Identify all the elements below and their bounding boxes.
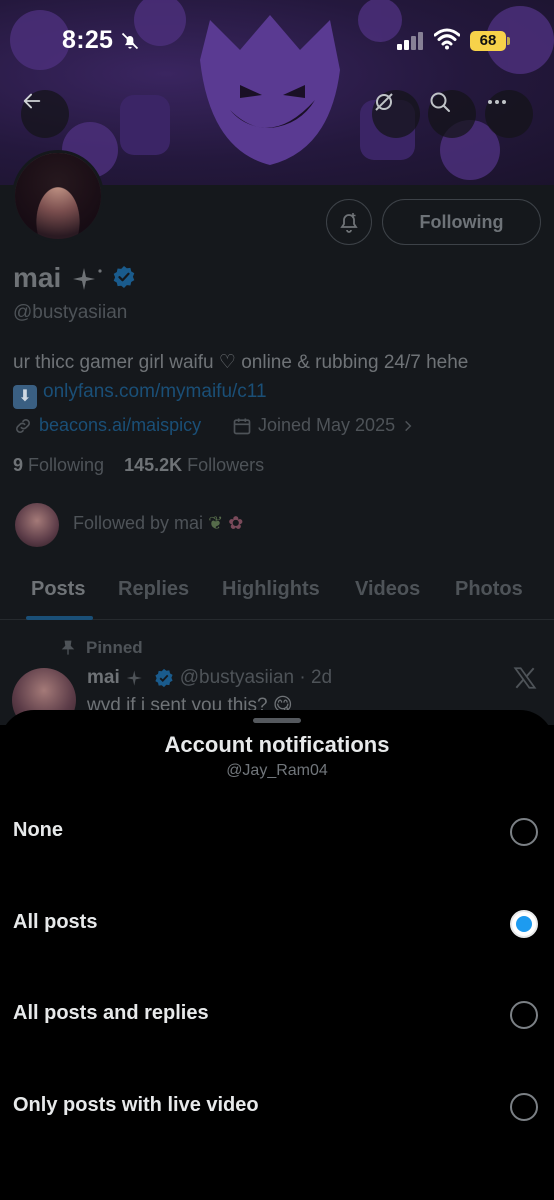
post-handle-time: @bustyasiian · 2d — [179, 667, 333, 688]
radio-button-selected[interactable] — [510, 910, 538, 938]
bell-slash-icon — [121, 32, 139, 50]
leaf-emoji-icon: ❦ — [208, 513, 224, 533]
tab-highlights[interactable]: Highlights — [222, 578, 320, 601]
option-label: None — [13, 819, 63, 841]
tab-photos[interactable]: Photos — [455, 578, 523, 601]
sheet-subtitle: @Jay_Ram04 — [226, 762, 328, 779]
post-author-line: mai @bustyasiian · 2d — [87, 667, 332, 689]
bio-text: ur thicc gamer girl waifu ♡ online & rub… — [13, 352, 469, 373]
joined-meta[interactable]: Joined May 2025 — [232, 415, 415, 436]
arrow-left-icon — [23, 93, 41, 109]
profile-tabs: Posts Replies Highlights Videos Photos — [0, 568, 554, 620]
wifi-icon — [434, 28, 460, 50]
option-none[interactable]: None — [0, 797, 554, 867]
verified-badge-icon — [113, 266, 135, 288]
more-button[interactable] — [485, 90, 533, 138]
link-icon — [16, 418, 30, 433]
followers-count-link[interactable]: 145.2K Followers — [124, 455, 264, 475]
status-bar: 8:25 68 — [0, 0, 554, 80]
pin-icon — [61, 640, 75, 655]
notifications-button[interactable] — [326, 199, 372, 245]
tab-replies[interactable]: Replies — [118, 578, 189, 601]
active-tab-indicator — [26, 616, 93, 620]
radio-button[interactable] — [510, 818, 538, 846]
profile-handle: @bustyasiian — [13, 302, 128, 323]
tab-videos[interactable]: Videos — [355, 578, 420, 601]
grok-icon — [375, 93, 393, 111]
option-live-video-only[interactable]: Only posts with live video — [0, 1072, 554, 1142]
cell-signal-icon — [397, 32, 423, 50]
profile-avatar[interactable] — [12, 150, 104, 242]
follower-avatar — [15, 503, 59, 547]
sparkle-icon — [126, 670, 142, 686]
bio-link[interactable]: onlyfans.com/mymaifu/c11 — [43, 381, 267, 402]
option-label: All posts — [13, 911, 98, 933]
sparkle-icon — [73, 268, 102, 290]
option-all-posts[interactable]: All posts — [0, 889, 554, 959]
following-count-link[interactable]: 9 Following — [13, 455, 104, 475]
status-time: 8:25 — [62, 26, 114, 54]
joined-date: Joined May 2025 — [258, 415, 396, 435]
website-link[interactable]: beacons.ai/maispicy — [39, 415, 201, 436]
option-all-posts-and-replies[interactable]: All posts and replies — [0, 980, 554, 1050]
option-label: All posts and replies — [13, 1002, 209, 1024]
radio-button[interactable] — [510, 1093, 538, 1121]
sheet-title: Account notifications — [164, 732, 390, 757]
flower-emoji-icon: ✿ — [228, 513, 244, 533]
x-logo-icon — [513, 667, 537, 689]
grok-button[interactable] — [372, 90, 420, 138]
search-button[interactable] — [428, 90, 476, 138]
radio-button[interactable] — [510, 1001, 538, 1029]
follow-counts: 9 Following 145.2K Followers — [13, 455, 264, 476]
battery-indicator: 68 — [470, 31, 510, 51]
back-button[interactable] — [21, 90, 69, 138]
post-author-name: mai — [87, 667, 120, 688]
calendar-icon — [233, 418, 251, 434]
bell-plus-icon — [340, 213, 358, 233]
down-arrow-emoji-icon: ⬇ — [13, 385, 37, 409]
search-icon — [430, 92, 450, 112]
verified-badge-icon — [155, 668, 173, 688]
profile-name: mai — [13, 262, 62, 293]
profile-bio: ur thicc gamer girl waifu ♡ online & rub… — [13, 348, 543, 409]
chevron-right-icon — [405, 420, 412, 431]
pinned-label-row: Pinned — [60, 638, 143, 658]
more-dots-icon — [488, 100, 506, 104]
following-button[interactable]: Following — [382, 199, 541, 245]
account-notifications-sheet: Account notifications @Jay_Ram04 None Al… — [0, 710, 554, 1200]
sheet-grabber[interactable] — [253, 718, 301, 723]
tab-posts[interactable]: Posts — [31, 578, 85, 601]
website-meta: beacons.ai/maispicy — [13, 415, 201, 436]
followed-by-text[interactable]: Followed by mai ❦ ✿ — [73, 513, 243, 534]
option-label: Only posts with live video — [13, 1094, 259, 1116]
